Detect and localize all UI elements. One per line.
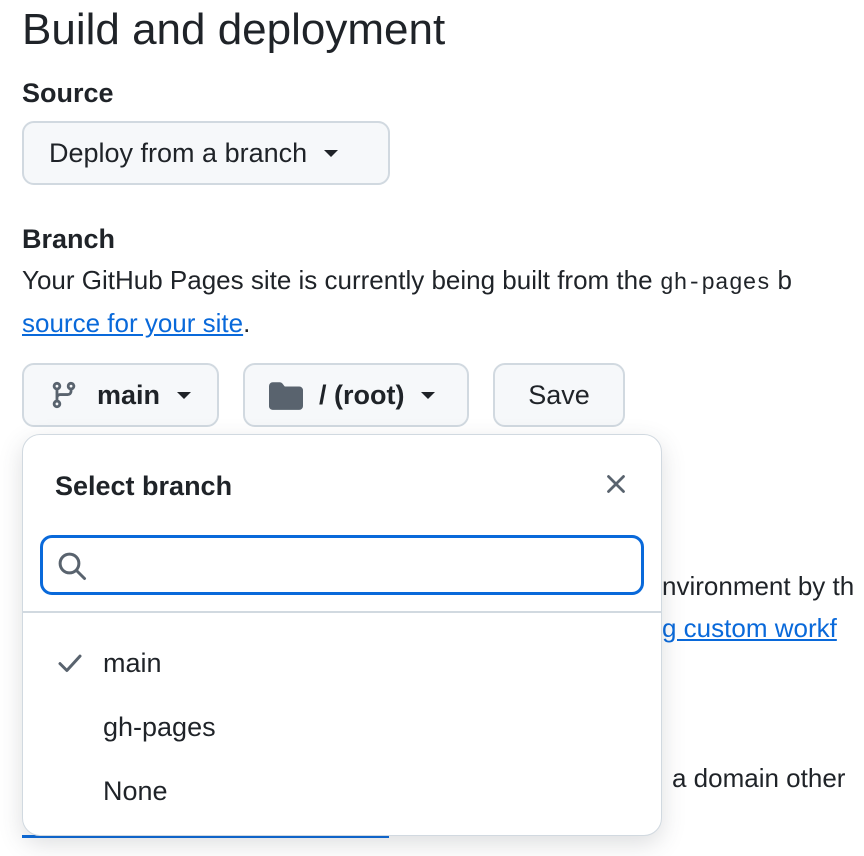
page-title: Build and deployment — [22, 5, 446, 54]
branch-select-button[interactable]: main — [22, 363, 219, 427]
branch-desc-prefix: Your GitHub Pages site is currently bein… — [22, 265, 660, 295]
search-icon — [58, 552, 86, 580]
branch-desc-end: . — [243, 308, 251, 338]
source-select-button[interactable]: Deploy from a branch — [22, 121, 390, 185]
caret-down-icon — [421, 391, 436, 399]
caret-down-icon — [177, 391, 192, 399]
branch-option-label: main — [103, 648, 162, 678]
branch-desc-code: gh-pages — [659, 270, 771, 296]
branch-option-none[interactable]: None — [23, 759, 661, 823]
source-label: Source — [22, 78, 114, 108]
save-button[interactable]: Save — [493, 363, 625, 427]
folder-select-button[interactable]: / (root) — [243, 363, 469, 427]
folder-select-label: / (root) — [319, 379, 405, 410]
background-text-1: nvironment by th — [662, 571, 855, 601]
branch-option-label: gh-pages — [103, 712, 216, 742]
caret-down-icon — [324, 149, 339, 157]
git-branch-icon — [52, 381, 76, 409]
close-icon[interactable] — [601, 469, 631, 499]
source-select-label: Deploy from a branch — [49, 137, 308, 168]
check-icon — [58, 654, 82, 672]
popup-divider — [23, 611, 661, 613]
branch-desc-suffix: b — [770, 265, 792, 295]
source-link[interactable]: source for your site — [22, 308, 243, 338]
popup-title: Select branch — [55, 471, 233, 501]
branch-label: Branch — [22, 224, 116, 254]
branch-option-gh-pages[interactable]: gh-pages — [23, 695, 661, 759]
save-button-label: Save — [528, 379, 590, 410]
branch-desc-line-2: source for your site. — [22, 305, 250, 341]
branch-option-label: None — [103, 776, 168, 806]
branch-description: Your GitHub Pages site is currently bein… — [22, 262, 792, 301]
folder-icon — [269, 382, 303, 410]
background-text-2: a domain other — [672, 763, 846, 793]
select-branch-popup: Select branch main gh-pages None — [22, 434, 662, 836]
branch-search-input[interactable] — [40, 535, 644, 595]
branch-select-label: main — [97, 379, 161, 410]
background-link-1[interactable]: g custom workf — [662, 610, 837, 646]
branch-option-main[interactable]: main — [23, 631, 661, 695]
